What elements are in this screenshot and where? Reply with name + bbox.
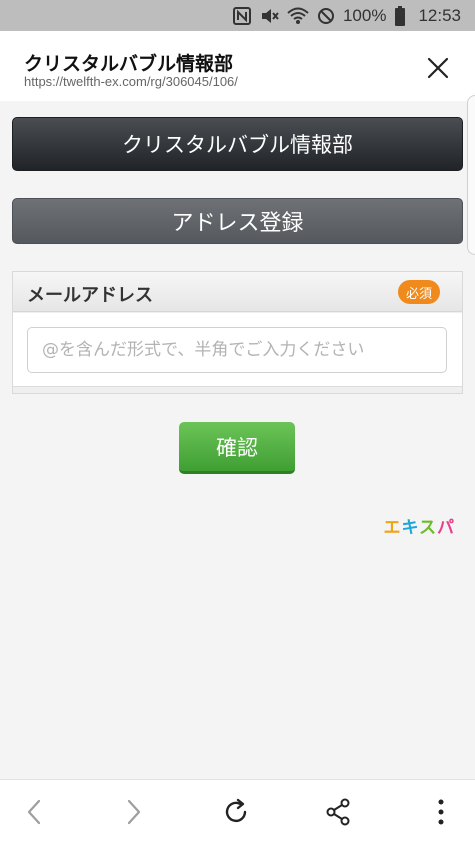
email-input[interactable] xyxy=(27,327,447,373)
custom-tab-header: クリスタルバブル情報部 https://twelfth-ex.com/rg/30… xyxy=(0,31,475,101)
reload-icon xyxy=(225,798,247,823)
logo-letter-4: パ xyxy=(437,518,455,538)
share-button[interactable] xyxy=(318,794,358,830)
tab-title: クリスタルバブル情報部 xyxy=(24,53,234,75)
form-header: メールアドレス 必須 xyxy=(13,272,462,312)
browser-toolbar xyxy=(0,779,475,845)
battery-icon xyxy=(394,5,406,26)
email-form: メールアドレス 必須 xyxy=(12,271,463,394)
forward-icon xyxy=(127,799,141,825)
wifi-icon xyxy=(287,6,309,26)
forward-button[interactable] xyxy=(114,794,154,830)
confirm-button[interactable]: 確認 xyxy=(179,422,295,474)
form-body xyxy=(13,313,462,387)
site-title-banner: クリスタルバブル情報部 xyxy=(12,117,463,171)
status-bar: 100% 12:53 xyxy=(0,0,475,31)
battery-percent: 100% xyxy=(342,5,387,25)
back-icon xyxy=(27,799,41,825)
more-icon xyxy=(438,799,444,825)
email-label: メールアドレス xyxy=(27,285,153,306)
logo-letter-3: ス xyxy=(419,518,437,538)
close-button[interactable] xyxy=(423,53,453,83)
scroll-edge[interactable] xyxy=(467,95,475,255)
back-button[interactable] xyxy=(14,794,54,830)
page-content: クリスタルバブル情報部 アドレス登録 メールアドレス 必須 確認 エキスパ xyxy=(0,95,475,779)
ekispa-logo[interactable]: エキスパ xyxy=(384,513,456,538)
share-icon xyxy=(326,798,350,826)
nfc-icon xyxy=(232,6,251,26)
reload-button[interactable] xyxy=(217,794,257,830)
close-icon xyxy=(427,57,449,79)
logo-letter-1: エ xyxy=(383,518,402,538)
logo-letter-2: キ xyxy=(401,518,419,538)
section-heading: アドレス登録 xyxy=(12,198,463,244)
required-badge: 必須 xyxy=(398,280,440,304)
no-signal-icon xyxy=(317,6,335,26)
tab-url[interactable]: https://twelfth-ex.com/rg/306045/106/ xyxy=(24,74,238,89)
more-button[interactable] xyxy=(421,794,461,830)
clock-time: 12:53 xyxy=(418,5,461,25)
vibrate-mute-icon xyxy=(259,6,279,26)
